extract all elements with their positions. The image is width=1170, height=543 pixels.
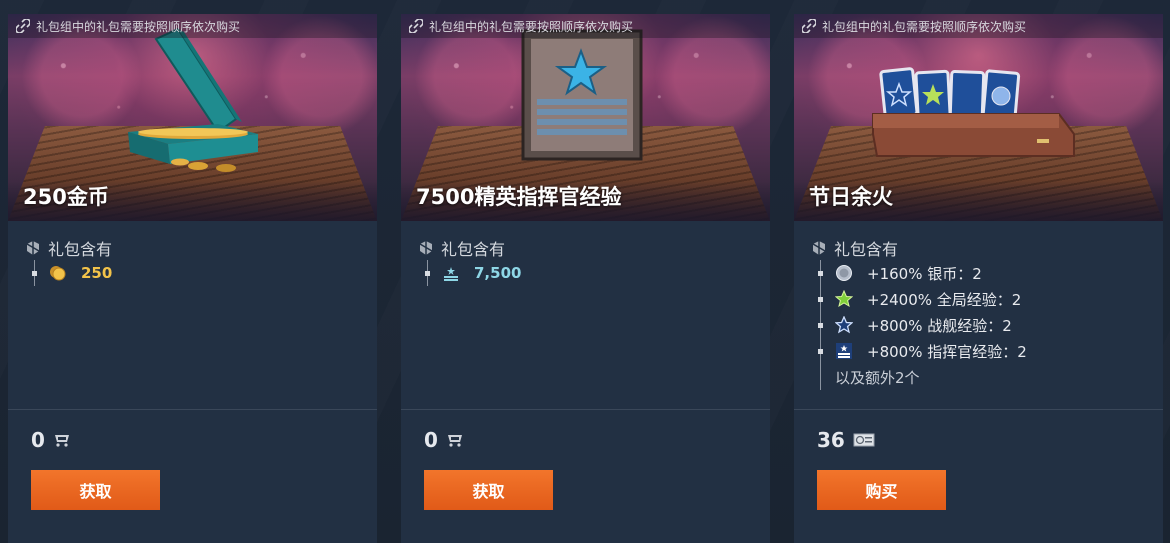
bundle-title: 7500精英指挥官经验 bbox=[416, 185, 622, 209]
bundle-banner: 礼包组中的礼包需要按照顺序依次购买 250金币 bbox=[8, 14, 377, 221]
cart-icon bbox=[54, 435, 69, 447]
link-icon bbox=[409, 19, 423, 33]
bundle-contents: 礼包含有 250 bbox=[26, 236, 367, 286]
contents-label: 礼包含有 bbox=[48, 240, 113, 259]
divider bbox=[794, 409, 1163, 410]
bundle-card-gold: 礼包组中的礼包需要按照顺序依次购买 250金币 礼包含有 250 0 获取 bbox=[8, 14, 377, 543]
commander-xp-icon bbox=[444, 267, 458, 281]
commander-xp-icon bbox=[836, 343, 852, 359]
price-value: 0 bbox=[31, 428, 45, 452]
claim-button[interactable]: 获取 bbox=[31, 470, 160, 510]
bundle-price: 0 bbox=[31, 428, 71, 452]
contents-list: 250 bbox=[32, 260, 367, 286]
gift-box-icon bbox=[26, 241, 40, 255]
bundle-title: 节日余火 bbox=[809, 185, 893, 209]
credits-icon bbox=[836, 265, 852, 281]
more-items-note: 以及额外2个 bbox=[835, 368, 920, 387]
gold-amount: 250 bbox=[81, 264, 113, 282]
gold-chest-image bbox=[128, 27, 258, 172]
purchase-order-notice: 礼包组中的礼包需要按照顺序依次购买 bbox=[8, 14, 377, 38]
bundle-price: 0 bbox=[424, 428, 464, 452]
purchase-order-notice: 礼包组中的礼包需要按照顺序依次购买 bbox=[794, 14, 1163, 38]
gift-box-icon bbox=[812, 241, 826, 255]
divider bbox=[401, 409, 770, 410]
contents-list: 7,500 bbox=[425, 260, 760, 286]
bundle-card-festive-embers: 礼包组中的礼包需要按照顺序依次购买 节日余火 礼包含有 +160% 银币：2 +… bbox=[794, 14, 1163, 543]
list-item: +800% 指挥官经验：2 bbox=[818, 338, 1153, 364]
price-value: 0 bbox=[424, 428, 438, 452]
price-value: 36 bbox=[817, 428, 845, 452]
buy-button[interactable]: 购买 bbox=[817, 470, 946, 510]
list-item: +160% 银币：2 bbox=[818, 260, 1153, 286]
bundle-title: 250金币 bbox=[23, 185, 109, 209]
commander-xp-amount: 7,500 bbox=[474, 264, 522, 282]
camouflage-cards-box-image bbox=[872, 67, 1075, 157]
list-item: 7,500 bbox=[425, 260, 760, 286]
list-item: 250 bbox=[32, 260, 367, 286]
link-icon bbox=[16, 19, 30, 33]
commander-xp-plaque-image bbox=[521, 29, 643, 161]
bundle-contents: 礼包含有 7,500 bbox=[419, 236, 760, 286]
doubloon-card-icon bbox=[853, 433, 875, 447]
bundle-price: 36 bbox=[817, 428, 875, 452]
gold-coins-icon bbox=[50, 266, 66, 281]
contents-list: +160% 银币：2 +2400% 全局经验：2 +800% 战舰经验：2 +8… bbox=[818, 260, 1153, 390]
contents-label: 礼包含有 bbox=[441, 240, 506, 259]
bundle-card-commander-xp: 礼包组中的礼包需要按照顺序依次购买 7500精英指挥官经验 礼包含有 7,500… bbox=[401, 14, 770, 543]
contents-label: 礼包含有 bbox=[834, 240, 899, 259]
divider bbox=[8, 409, 377, 410]
cart-icon bbox=[447, 435, 462, 447]
bundle-contents: 礼包含有 +160% 银币：2 +2400% 全局经验：2 +800% 战舰经验… bbox=[812, 236, 1153, 390]
ship-xp-star-icon bbox=[835, 316, 853, 334]
list-item: +2400% 全局经验：2 bbox=[818, 286, 1153, 312]
link-icon bbox=[802, 19, 816, 33]
gift-box-icon bbox=[419, 241, 433, 255]
purchase-order-notice: 礼包组中的礼包需要按照顺序依次购买 bbox=[401, 14, 770, 38]
bundle-banner: 礼包组中的礼包需要按照顺序依次购买 节日余火 bbox=[794, 14, 1163, 221]
claim-button[interactable]: 获取 bbox=[424, 470, 553, 510]
list-item: +800% 战舰经验：2 bbox=[818, 312, 1153, 338]
global-xp-star-icon bbox=[835, 290, 853, 308]
bundle-banner: 礼包组中的礼包需要按照顺序依次购买 7500精英指挥官经验 bbox=[401, 14, 770, 221]
